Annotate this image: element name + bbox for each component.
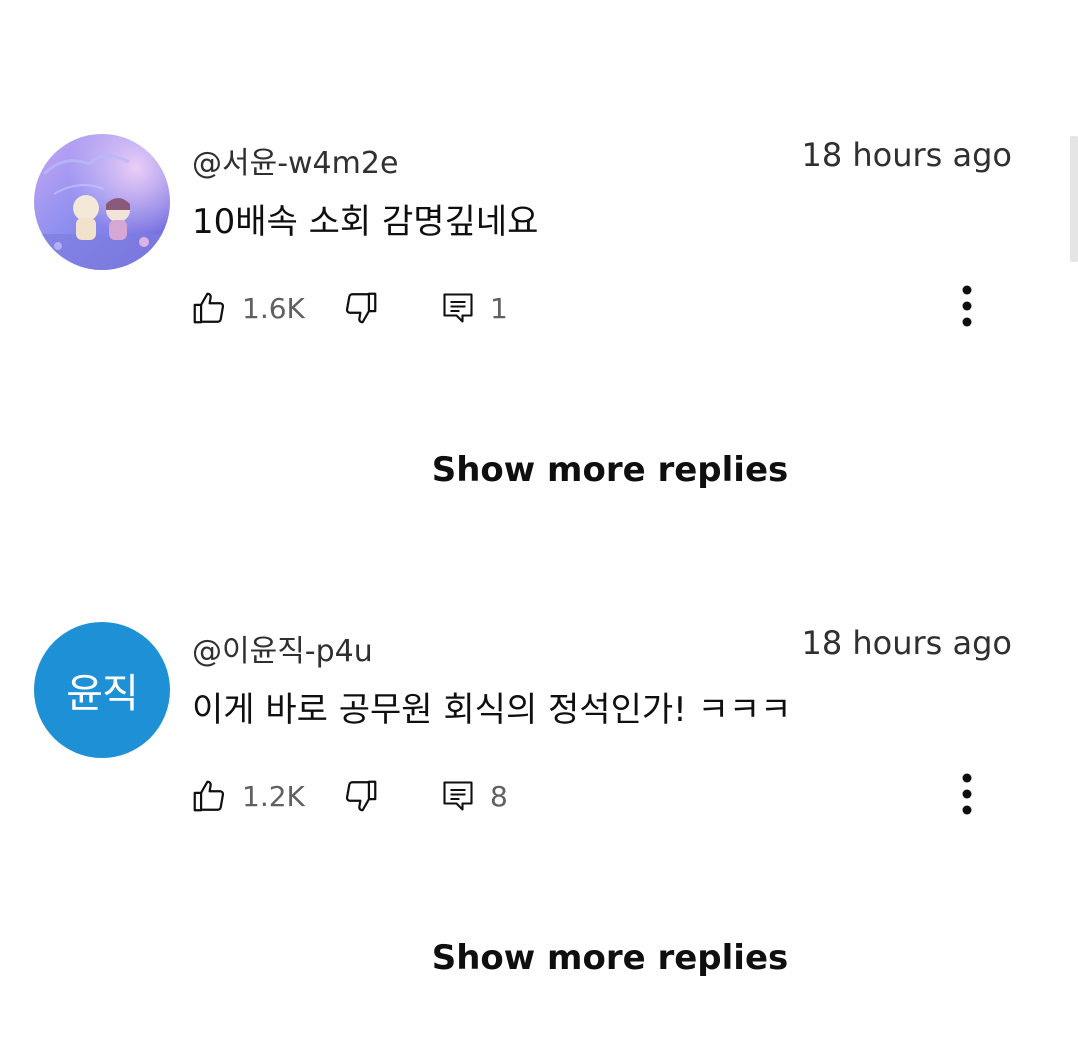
comment-item: 윤직 @이윤직-p4u 18 hours ago 이게 바로 공무원 회식의 정…	[0, 622, 1078, 862]
more-actions-button[interactable]	[952, 770, 982, 822]
thumbs-down-icon	[345, 780, 377, 812]
reply-count: 1	[490, 291, 508, 325]
comment-actions: 1.2K 8	[190, 773, 1010, 818]
illustrated-couple-avatar	[34, 134, 170, 270]
more-actions-button[interactable]	[952, 282, 982, 334]
reply-button[interactable]: 8	[440, 774, 508, 818]
comment-icon	[443, 781, 473, 811]
like-button[interactable]: 1.2K	[190, 774, 305, 818]
more-vertical-icon	[962, 285, 972, 327]
thumbs-up-icon	[193, 780, 225, 812]
comment-author[interactable]: @서윤-w4m2e	[192, 138, 398, 182]
avatar-initials: 윤직	[66, 671, 139, 717]
more-vertical-icon	[962, 773, 972, 815]
like-count: 1.6K	[242, 291, 305, 325]
show-more-replies-button[interactable]: Show more replies	[0, 450, 1078, 490]
comment-item: @서윤-w4m2e 18 hours ago 10배속 소회 감명깊네요 1.6…	[0, 134, 1078, 374]
thumbs-down-icon	[345, 292, 377, 324]
comment-author[interactable]: @이윤직-p4u	[192, 626, 373, 670]
reply-count: 8	[490, 779, 508, 813]
show-more-replies-button[interactable]: Show more replies	[0, 938, 1078, 978]
comment-text: 이게 바로 공무원 회식의 정석인가! ㅋㅋㅋ	[192, 690, 792, 730]
comment-actions: 1.6K 1	[190, 285, 1010, 330]
like-count: 1.2K	[242, 779, 305, 813]
reply-button[interactable]: 1	[440, 286, 508, 330]
comment-timestamp: 18 hours ago	[801, 624, 1012, 662]
comment-text: 10배속 소회 감명깊네요	[192, 202, 539, 242]
like-button[interactable]: 1.6K	[190, 286, 305, 330]
dislike-button[interactable]	[342, 774, 380, 818]
avatar[interactable]	[34, 134, 170, 270]
comment-timestamp: 18 hours ago	[801, 136, 1012, 174]
thumbs-up-icon	[193, 292, 225, 324]
avatar[interactable]: 윤직	[34, 622, 170, 758]
comment-icon	[443, 293, 473, 323]
dislike-button[interactable]	[342, 286, 380, 330]
